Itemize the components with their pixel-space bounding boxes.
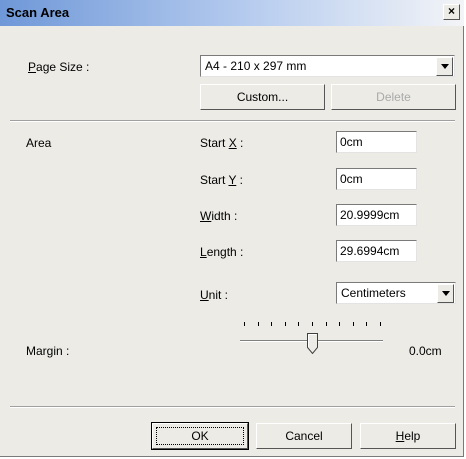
- page-size-value: A4 - 210 x 297 mm: [205, 59, 307, 73]
- scan-area-dialog: Scan Area × Page Size : A4 - 210 x 297 m…: [0, 0, 464, 457]
- margin-label: Margin :: [26, 344, 70, 358]
- close-button[interactable]: ×: [443, 4, 460, 20]
- ok-button[interactable]: OK: [151, 422, 249, 450]
- slider-tick: [325, 322, 327, 326]
- start-y-field[interactable]: 0cm: [336, 168, 417, 190]
- delete-button[interactable]: Delete: [331, 84, 456, 110]
- window-title: Scan Area: [6, 5, 70, 20]
- length-field[interactable]: 29.6994cm: [336, 240, 417, 262]
- page-size-label: Page Size :: [28, 60, 90, 74]
- slider-tick: [380, 322, 381, 326]
- slider-tick: [257, 322, 259, 326]
- margin-slider-thumb[interactable]: [307, 333, 318, 354]
- start-y-label: Start Y :: [200, 173, 243, 187]
- margin-value: 0.0cm: [409, 344, 442, 358]
- area-label: Area: [26, 136, 52, 150]
- slider-tick: [366, 322, 368, 326]
- help-button[interactable]: Help: [360, 423, 456, 449]
- chevron-down-icon[interactable]: [436, 57, 453, 76]
- unit-select[interactable]: Centimeters: [336, 282, 456, 304]
- slider-tick: [244, 322, 245, 326]
- slider-tick: [312, 322, 313, 326]
- title-bar[interactable]: Scan Area ×: [0, 0, 464, 26]
- start-x-field[interactable]: 0cm: [336, 131, 417, 153]
- custom-button[interactable]: Custom...: [200, 84, 325, 110]
- slider-tick: [339, 322, 341, 326]
- unit-value: Centimeters: [341, 286, 406, 300]
- separator: [10, 120, 455, 122]
- slider-tick: [271, 322, 273, 326]
- separator: [10, 406, 455, 408]
- close-icon: ×: [447, 4, 455, 18]
- cancel-button[interactable]: Cancel: [256, 423, 352, 449]
- slider-tick: [284, 322, 286, 326]
- width-label: Width :: [200, 209, 238, 223]
- unit-label: Unit :: [200, 288, 229, 302]
- width-field[interactable]: 20.9999cm: [336, 204, 417, 226]
- chevron-down-icon[interactable]: [437, 284, 454, 303]
- slider-tick: [298, 322, 300, 326]
- length-label: Length :: [200, 245, 244, 259]
- start-x-label: Start X :: [200, 136, 244, 150]
- page-size-select[interactable]: A4 - 210 x 297 mm: [200, 55, 455, 77]
- focus-rect: [156, 427, 244, 445]
- slider-tick: [352, 322, 354, 326]
